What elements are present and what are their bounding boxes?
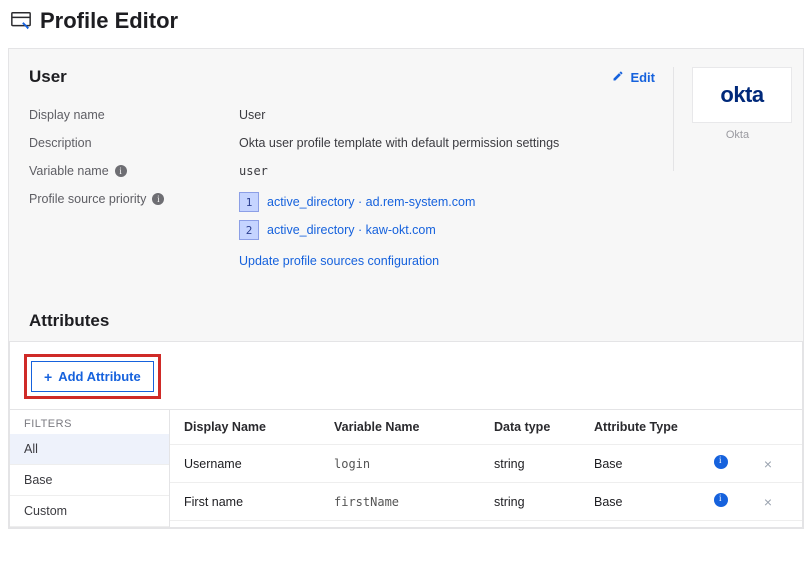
filter-base[interactable]: Base [10,465,169,496]
col-attribute-type: Attribute Type [594,420,714,434]
pencil-icon [612,70,624,85]
cell-variable-name: login [334,457,494,471]
table-row: First name firstName string Base × [170,483,802,521]
cell-data-type: string [494,457,594,471]
info-icon[interactable]: i [152,193,164,205]
variable-name-value: user [239,164,655,178]
logo-card: okta Okta [673,67,783,171]
page-title: Profile Editor [40,8,178,34]
attributes-panel: + Add Attribute FILTERS All Base Custom … [9,341,803,528]
user-heading: User [29,67,67,87]
edit-user-link[interactable]: Edit [612,70,655,85]
cell-attribute-type: Base [594,495,714,509]
cell-display-name: Username [184,457,334,471]
main-panel: User Edit Display name User Description … [8,48,804,529]
filters-title: FILTERS [10,410,169,434]
priority-badge: 2 [239,220,259,240]
page-header: Profile Editor [8,0,804,48]
cell-variable-name: firstName [334,495,494,509]
delete-icon[interactable]: × [750,456,786,472]
profile-source-list: 1 active_directory · ad.rem-system.com 2… [239,192,655,268]
edit-label: Edit [630,70,655,85]
display-name-value: User [239,108,655,122]
profile-editor-icon [10,10,32,32]
grid-header: Display Name Variable Name Data type Att… [170,410,802,445]
profile-source-label: Profile source priority i [29,192,239,206]
cell-attribute-type: Base [594,457,714,471]
update-profile-sources-link[interactable]: Update profile sources configuration [239,254,439,268]
attributes-grid: Display Name Variable Name Data type Att… [170,410,802,527]
description-value: Okta user profile template with default … [239,136,655,150]
col-variable-name: Variable Name [334,420,494,434]
profile-source-item: 1 active_directory · ad.rem-system.com [239,192,655,212]
priority-badge: 1 [239,192,259,212]
variable-name-label: Variable name i [29,164,239,178]
filter-all[interactable]: All [10,434,169,465]
profile-source-link[interactable]: active_directory · ad.rem-system.com [267,195,475,209]
user-section: User Edit Display name User Description … [29,67,655,275]
col-data-type: Data type [494,420,594,434]
info-icon[interactable]: i [115,165,127,177]
add-attribute-button[interactable]: + Add Attribute [31,361,154,392]
okta-logo: okta [692,67,792,123]
cell-display-name: First name [184,495,334,509]
filters-sidebar: FILTERS All Base Custom [10,410,170,527]
plus-icon: + [44,370,52,384]
info-icon[interactable] [714,493,728,507]
filter-custom[interactable]: Custom [10,496,169,527]
info-icon[interactable] [714,455,728,469]
table-row: Username login string Base × [170,445,802,483]
attributes-heading: Attributes [29,311,783,331]
logo-caption: Okta [692,129,783,141]
display-name-label: Display name [29,108,239,122]
col-display-name: Display Name [184,420,334,434]
add-attribute-label: Add Attribute [58,369,141,384]
profile-source-item: 2 active_directory · kaw-okt.com [239,220,655,240]
profile-source-link[interactable]: active_directory · kaw-okt.com [267,223,436,237]
delete-icon[interactable]: × [750,494,786,510]
description-label: Description [29,136,239,150]
highlight-annotation: + Add Attribute [24,354,161,399]
cell-data-type: string [494,495,594,509]
